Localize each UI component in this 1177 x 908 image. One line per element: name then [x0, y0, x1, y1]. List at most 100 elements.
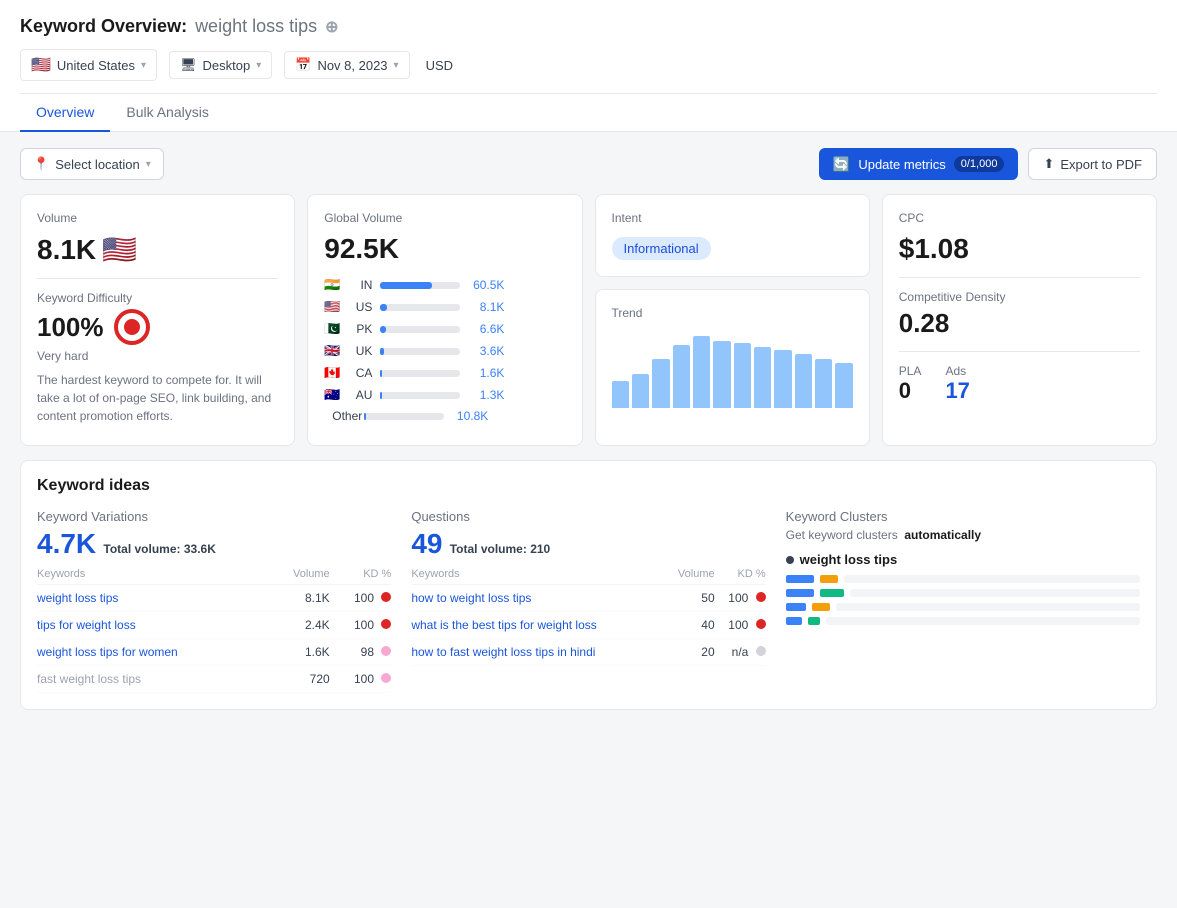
clusters-title: Keyword Clusters: [786, 509, 1140, 524]
pla-ads-row: PLA 0 Ads 17: [899, 364, 1140, 404]
cluster-text: [850, 589, 1140, 597]
keyword-cell[interactable]: weight loss tips: [37, 585, 269, 612]
country-bar-fill: [364, 413, 366, 420]
volume-cell: 40: [665, 612, 715, 639]
device-filter[interactable]: 🖥 Desktop ▾: [169, 51, 272, 79]
country-value: 6.6K: [468, 322, 504, 336]
cluster-rows: [786, 575, 1140, 625]
keyword-cell[interactable]: tips for weight loss: [37, 612, 269, 639]
cluster-bar-blue: [786, 603, 806, 611]
trend-bar: [612, 381, 629, 408]
table-row: what is the best tips for weight loss 40…: [411, 612, 765, 639]
keyword-link[interactable]: fast weight loss tips: [37, 672, 141, 686]
keyword-cell[interactable]: weight loss tips for women: [37, 639, 269, 666]
cluster-row: [786, 603, 1140, 611]
volume-value: 8.1K 🇺🇸: [37, 233, 278, 266]
country-list: 🇮🇳 IN 60.5K 🇺🇸 US 8.1K 🇵🇰 PK 6.6K 🇬🇧 UK …: [324, 277, 565, 423]
kd-circle: [114, 309, 150, 345]
ideas-grid: Keyword Variations 4.7K Total volume: 33…: [37, 509, 1140, 693]
global-volume-value: 92.5K: [324, 233, 565, 265]
country-flag: 🇦🇺: [324, 387, 340, 403]
cluster-bar-yellow: [820, 575, 838, 583]
col-keywords-q: Keywords: [411, 564, 664, 585]
keyword-link[interactable]: weight loss tips for women: [37, 645, 178, 659]
trend-bar: [652, 359, 669, 409]
country-flag: 🇮🇳: [324, 277, 340, 293]
col-kd-q: KD %: [715, 564, 766, 585]
volume-cell: 50: [665, 585, 715, 612]
keyword-link[interactable]: how to weight loss tips: [411, 591, 531, 605]
country-code: IN: [348, 278, 372, 292]
ads-label: Ads: [945, 364, 969, 378]
ads-value: 17: [945, 378, 969, 404]
location-pin-icon: 📍: [33, 156, 49, 172]
kd-dot-icon: [381, 592, 391, 602]
table-row: fast weight loss tips 720 100: [37, 666, 391, 693]
country-bar-container: [380, 326, 460, 333]
variations-count-row: 4.7K Total volume: 33.6K: [37, 528, 391, 560]
keyword-cell[interactable]: how to weight loss tips: [411, 585, 664, 612]
volume-label: Volume: [37, 211, 278, 225]
add-keyword-icon[interactable]: ⊕: [325, 17, 338, 37]
location-select-button[interactable]: 📍 Select location ▾: [20, 148, 164, 180]
country-row: 🇬🇧 UK 3.6K: [324, 343, 565, 359]
kd-cell: n/a: [715, 639, 766, 666]
date-filter[interactable]: 📅 Nov 8, 2023 ▾: [284, 51, 409, 79]
variations-total: Total volume: 33.6K: [100, 542, 216, 556]
comp-density-value: 0.28: [899, 308, 1140, 339]
kd-cell: 100: [330, 585, 392, 612]
col-volume-q: Volume: [665, 564, 715, 585]
country-value: 1.3K: [468, 388, 504, 402]
keyword-link[interactable]: how to fast weight loss tips in hindi: [411, 645, 595, 659]
kd-descriptor: Very hard: [37, 349, 278, 363]
country-code: US: [348, 300, 372, 314]
country-row: 🇮🇳 IN 60.5K: [324, 277, 565, 293]
keyword-link[interactable]: tips for weight loss: [37, 618, 136, 632]
keyword-cell[interactable]: how to fast weight loss tips in hindi: [411, 639, 664, 666]
country-flag: 🇵🇰: [324, 321, 340, 337]
kd-description: The hardest keyword to compete for. It w…: [37, 371, 278, 425]
kd-dot-icon: [756, 592, 766, 602]
country-filter[interactable]: 🇺🇸 United States ▾: [20, 49, 157, 81]
keyword-link[interactable]: what is the best tips for weight loss: [411, 618, 596, 632]
kd-cell: 100: [715, 585, 766, 612]
clusters-col: Keyword Clusters Get keyword clusters au…: [786, 509, 1140, 693]
export-pdf-button[interactable]: ⬆ Export to PDF: [1028, 148, 1157, 180]
questions-count: 49: [411, 528, 442, 559]
tab-overview[interactable]: Overview: [20, 94, 110, 132]
questions-total: Total volume: 210: [446, 542, 550, 556]
country-bar-fill: [380, 326, 386, 333]
country-bar-fill: [380, 282, 432, 289]
page-title: Keyword Overview: weight loss tips ⊕: [20, 16, 1157, 37]
col-volume: Volume: [269, 564, 330, 585]
volume-cell: 720: [269, 666, 330, 693]
trend-bars: [612, 328, 853, 408]
questions-table: Keywords Volume KD % how to weight loss …: [411, 564, 765, 666]
cluster-bar-yellow: [812, 603, 830, 611]
keyword-ideas-section: Keyword ideas Keyword Variations 4.7K To…: [20, 460, 1157, 710]
update-metrics-button[interactable]: 🔄 Update metrics 0/1,000: [819, 148, 1019, 180]
keyword-link[interactable]: weight loss tips: [37, 591, 118, 605]
tab-bulk-analysis[interactable]: Bulk Analysis: [110, 94, 224, 132]
trend-card: Trend: [595, 289, 870, 446]
device-label: Desktop: [203, 58, 251, 73]
country-bar-fill: [380, 304, 386, 311]
update-counter: 0/1,000: [954, 156, 1005, 172]
ads-item: Ads 17: [945, 364, 969, 404]
volume-cell: 20: [665, 639, 715, 666]
country-bar-container: [380, 282, 460, 289]
country-bar-container: [380, 392, 460, 399]
country-bar-fill: [380, 348, 383, 355]
cluster-text: [836, 603, 1140, 611]
clusters-desc: Get keyword clusters automatically: [786, 528, 1140, 542]
country-value: 1.6K: [468, 366, 504, 380]
keyword-cell[interactable]: fast weight loss tips: [37, 666, 269, 693]
cluster-row: [786, 575, 1140, 583]
keyword-cell[interactable]: what is the best tips for weight loss: [411, 612, 664, 639]
cluster-text: [826, 617, 1140, 625]
pla-label: PLA: [899, 364, 922, 378]
trend-bar: [795, 354, 812, 408]
trend-label: Trend: [612, 306, 853, 320]
col-keywords: Keywords: [37, 564, 269, 585]
kd-label: Keyword Difficulty: [37, 291, 278, 305]
